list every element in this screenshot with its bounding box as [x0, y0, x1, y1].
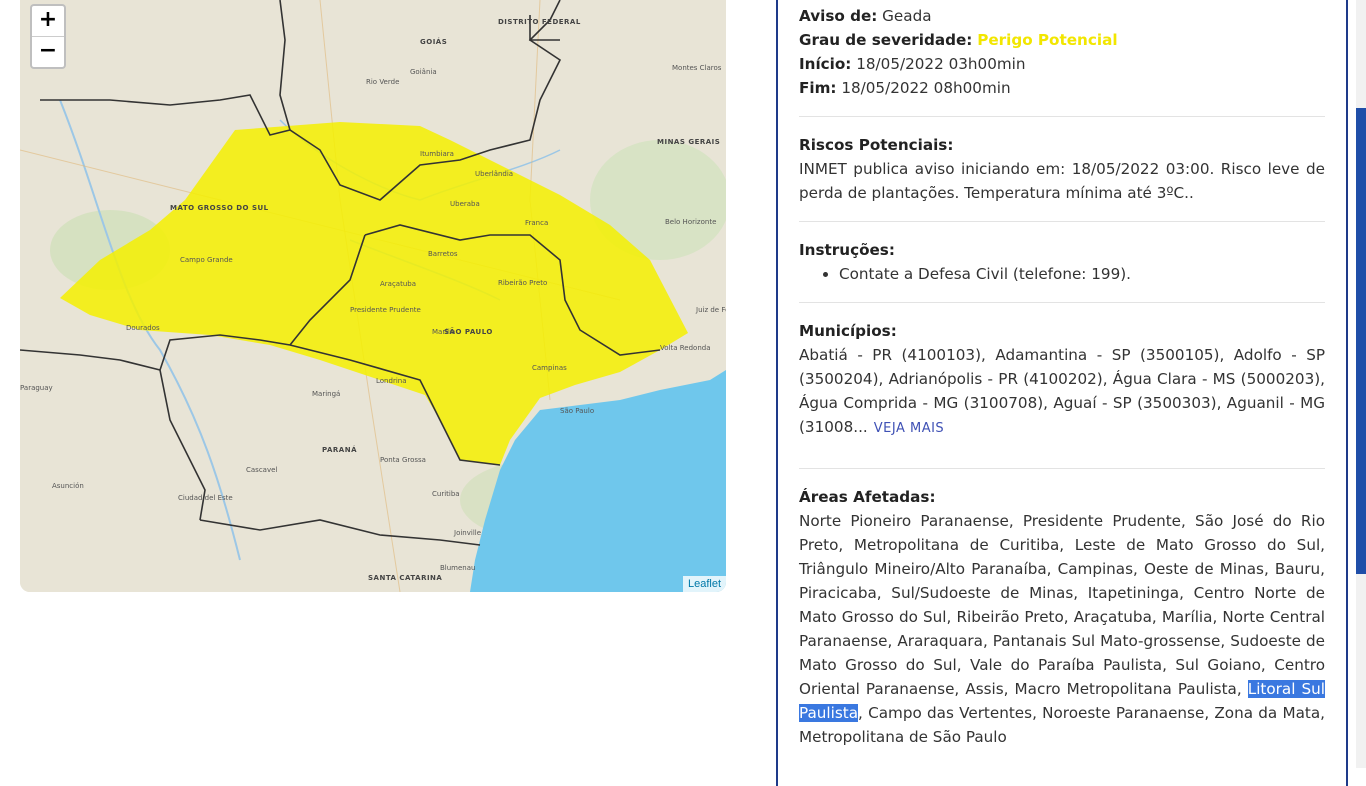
fim-label: Fim:	[799, 79, 837, 97]
municipios-section: Municípios: Abatiá - PR (4100103), Adama…	[799, 319, 1325, 441]
grau-value: Perigo Potencial	[977, 31, 1118, 49]
zoom-out-button[interactable]: −	[32, 36, 64, 67]
areas-title: Áreas Afetadas:	[799, 488, 936, 506]
aviso-label: Aviso de:	[799, 7, 878, 25]
areas-text-part: , Campo das Vertentes, Noroeste Paranaen…	[799, 704, 1325, 746]
fim-value: 18/05/2022 08h00min	[841, 79, 1011, 97]
alert-details-panel: Aviso de: Geada Grau de severidade: Peri…	[776, 0, 1348, 786]
municipios-title: Municípios:	[799, 322, 897, 340]
instrucoes-item: Contate a Defesa Civil (telefone: 199).	[839, 262, 1325, 286]
riscos-text: INMET publica aviso iniciando em: 18/05/…	[799, 160, 1325, 202]
warning-map[interactable]: GOIÁS MINAS GERAIS MATO GROSSO DO SUL SÃ…	[20, 0, 726, 592]
inicio-value: 18/05/2022 03h00min	[856, 55, 1026, 73]
areas-section: Áreas Afetadas: Norte Pioneiro Paranaens…	[799, 485, 1326, 749]
instrucoes-title: Instruções:	[799, 241, 895, 259]
riscos-section: Riscos Potenciais: INMET publica aviso i…	[799, 133, 1325, 205]
map-tiles[interactable]	[20, 0, 726, 592]
veja-mais-link[interactable]: VEJA MAIS	[874, 421, 944, 436]
page-scrollbar[interactable]	[1356, 0, 1366, 768]
divider	[799, 302, 1325, 303]
divider	[799, 116, 1325, 117]
divider	[799, 468, 1325, 469]
grau-label: Grau de severidade:	[799, 31, 973, 49]
areas-text-part: Norte Pioneiro Paranaense, Presidente Pr…	[799, 512, 1325, 698]
zoom-in-button[interactable]: +	[32, 6, 64, 36]
scrollbar-thumb[interactable]	[1356, 108, 1366, 574]
zoom-control: + −	[30, 4, 66, 69]
leaflet-attribution-link[interactable]: Leaflet	[682, 576, 726, 592]
instrucoes-list: Contate a Defesa Civil (telefone: 199).	[799, 262, 1325, 286]
riscos-title: Riscos Potenciais:	[799, 136, 954, 154]
divider	[799, 221, 1325, 222]
alert-summary: Aviso de: Geada Grau de severidade: Peri…	[799, 4, 1325, 100]
areas-text: Norte Pioneiro Paranaense, Presidente Pr…	[799, 509, 1326, 749]
inicio-label: Início:	[799, 55, 852, 73]
instrucoes-section: Instruções: Contate a Defesa Civil (tele…	[799, 238, 1325, 286]
aviso-value: Geada	[882, 7, 932, 25]
